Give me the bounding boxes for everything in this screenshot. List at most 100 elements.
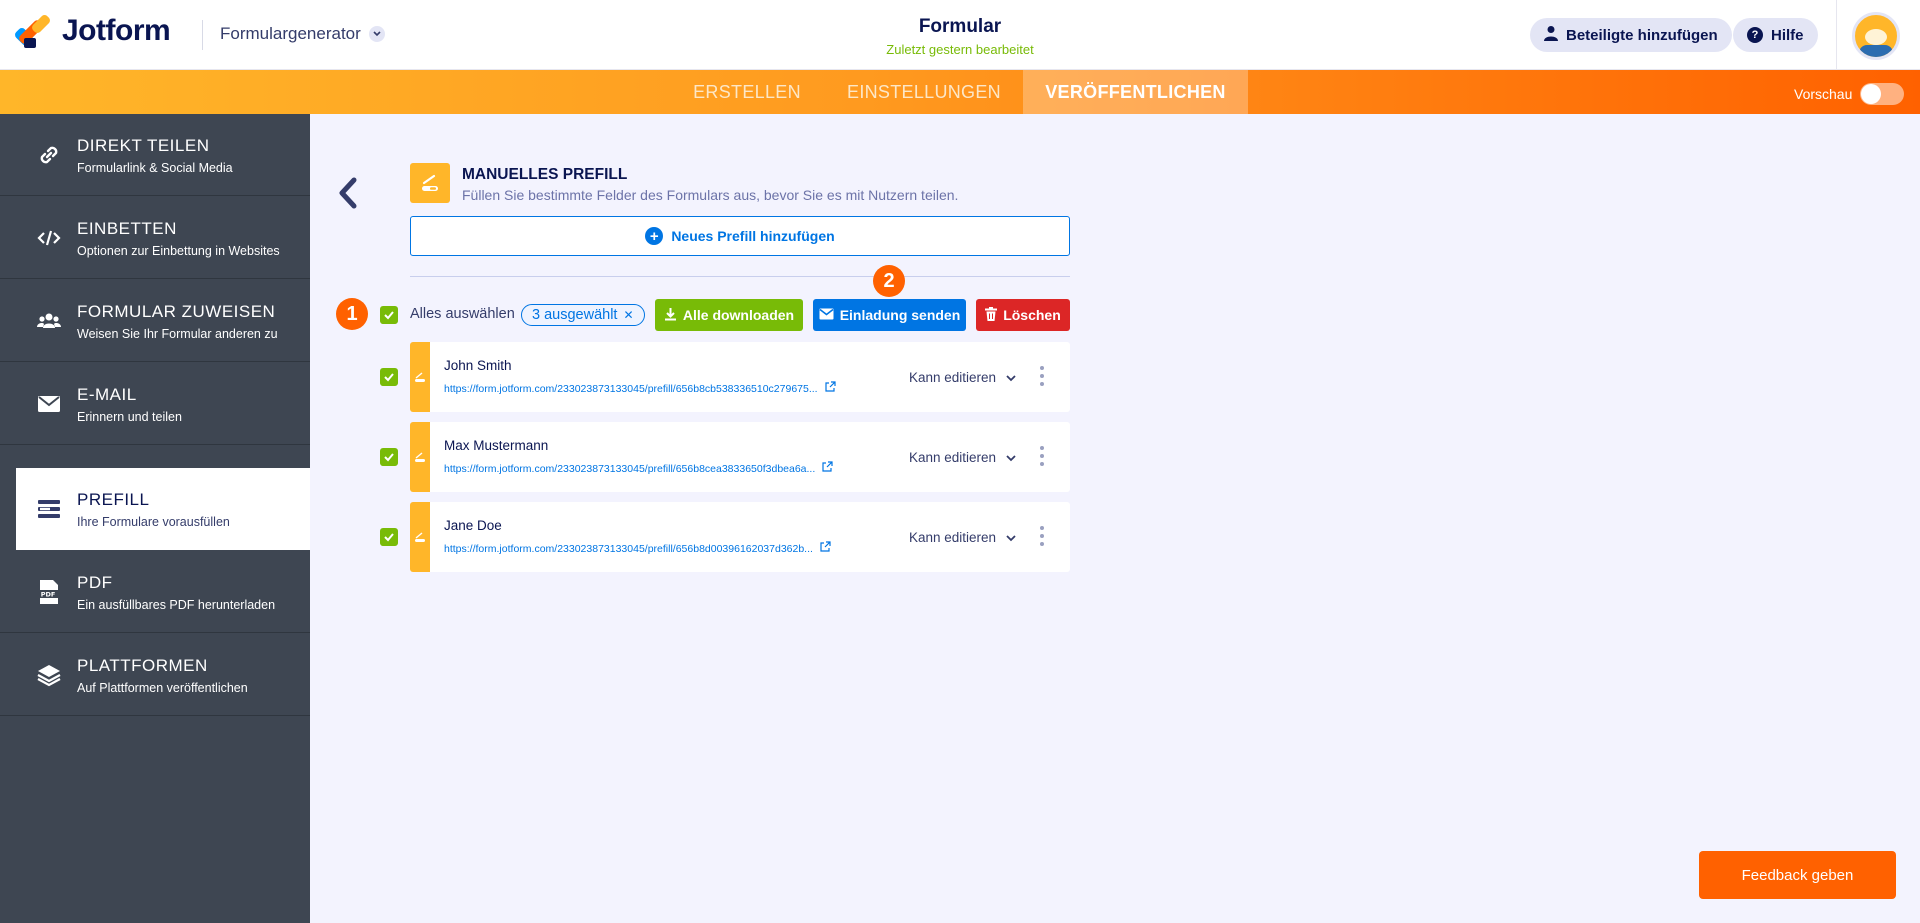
back-arrow-icon[interactable] <box>336 176 364 210</box>
sidebar-item-title: PLATTFORMEN <box>77 656 208 675</box>
help-icon: ? <box>1747 27 1763 43</box>
logo-text: Jotform <box>62 14 171 47</box>
sidebar-item-title: PREFILL <box>77 490 150 509</box>
send-invite-label: Einladung senden <box>839 307 961 323</box>
header-divider <box>202 20 203 50</box>
sidebar-item-subtitle: Ihre Formulare vorausfüllen <box>77 515 230 529</box>
form-builder-label: Formulargenerator <box>220 24 361 43</box>
preview-toggle[interactable] <box>1860 83 1905 105</box>
permission-label: Kann editieren <box>909 450 997 465</box>
add-new-prefill-button[interactable]: + Neues Prefill hinzufügen <box>410 216 1070 256</box>
trash-icon <box>985 306 998 324</box>
sidebar-item-embed[interactable]: EINBETTEN Optionen zur Einbettung in Web… <box>0 197 310 279</box>
sidebar-item-assign-form[interactable]: FORMULAR ZUWEISEN Weisen Sie Ihr Formula… <box>0 280 310 362</box>
prefill-link[interactable]: https://form.jotform.com/233023873133045… <box>444 543 813 555</box>
avatar-divider <box>1836 0 1837 70</box>
more-options-icon[interactable] <box>1040 526 1046 546</box>
user-icon <box>1544 25 1558 45</box>
prefill-row[interactable]: Max Mustermann https://form.jotform.com/… <box>410 422 1070 492</box>
delete-button[interactable]: Löschen <box>976 299 1070 331</box>
sidebar-item-quick-share[interactable]: DIREKT TEILEN Formularlink & Social Medi… <box>0 114 310 196</box>
plus-circle-icon: + <box>645 227 664 245</box>
prefill-link-group: https://form.jotform.com/233023873133045… <box>444 381 836 396</box>
prefill-link-group: https://form.jotform.com/233023873133045… <box>444 461 833 476</box>
sidebar-item-pdf[interactable]: PDF PDF Ein ausfüllbares PDF herunterlad… <box>0 551 310 633</box>
sidebar-item-title: DIREKT TEILEN <box>77 136 210 155</box>
download-icon <box>664 307 677 324</box>
step-badge-2: 2 <box>873 265 905 297</box>
checkmark-icon <box>384 533 394 542</box>
select-all-label[interactable]: Alles auswählen <box>410 306 515 322</box>
prefill-link[interactable]: https://form.jotform.com/233023873133045… <box>444 383 818 395</box>
preview-toggle-group: Vorschau <box>1794 83 1905 105</box>
more-options-icon[interactable] <box>1040 366 1046 386</box>
checkmark-icon <box>384 311 394 320</box>
more-options-icon[interactable] <box>1040 446 1046 466</box>
tab-create[interactable]: ERSTELLEN <box>676 70 818 114</box>
sidebar-item-email[interactable]: E-MAIL Erinnern und teilen <box>0 363 310 445</box>
feedback-button[interactable]: Feedback geben <box>1699 851 1896 899</box>
prefill-row-icon <box>410 342 430 412</box>
row-checkbox[interactable] <box>380 528 398 546</box>
sidebar-item-subtitle: Auf Plattformen veröffentlichen <box>77 681 248 695</box>
row-checkbox[interactable] <box>380 448 398 466</box>
avatar[interactable] <box>1852 12 1900 60</box>
add-participants-label: Beteiligte hinzufügen <box>1566 26 1718 44</box>
divider <box>410 276 1070 277</box>
envelope-icon <box>819 307 834 323</box>
permission-label: Kann editieren <box>909 530 997 545</box>
top-bar: Jotform Formulargenerator Formular Zulet… <box>0 0 1920 70</box>
prefill-row[interactable]: Jane Doe https://form.jotform.com/233023… <box>410 502 1070 572</box>
sidebar-item-title: E-MAIL <box>77 385 137 404</box>
publish-sidebar: DIREKT TEILEN Formularlink & Social Medi… <box>0 114 310 923</box>
selected-count-badge: 3 ausgewählt ✕ <box>521 304 645 326</box>
builder-nav: ERSTELLEN EINSTELLUNGEN VERÖFFENTLICHEN … <box>0 70 1920 114</box>
download-all-label: Alle downloaden <box>682 307 795 323</box>
permission-dropdown[interactable]: Kann editieren <box>909 450 1016 465</box>
external-link-icon[interactable] <box>819 541 831 556</box>
tab-settings[interactable]: EINSTELLUNGEN <box>834 70 1014 114</box>
layers-icon <box>36 662 62 688</box>
download-all-button[interactable]: Alle downloaden <box>655 299 803 331</box>
form-builder-dropdown[interactable]: Formulargenerator <box>220 24 385 44</box>
prefill-row-icon <box>410 502 430 572</box>
prefill-header-icon <box>410 163 450 203</box>
chevron-down-icon <box>1006 370 1016 385</box>
sidebar-item-title: PDF <box>77 573 113 592</box>
permission-label: Kann editieren <box>909 370 997 385</box>
send-invite-button[interactable]: Einladung senden <box>813 299 966 331</box>
jotform-logo[interactable]: Jotform <box>13 13 171 48</box>
chevron-down-icon <box>368 26 385 42</box>
help-button[interactable]: ? Hilfe <box>1733 18 1818 52</box>
pdf-icon-text: PDF <box>41 591 56 599</box>
selected-count-label: 3 ausgewählt <box>532 307 618 323</box>
step-badge-1: 1 <box>336 298 368 330</box>
form-last-edited: Zuletzt gestern bearbeitet <box>886 42 1034 57</box>
sidebar-item-subtitle: Optionen zur Einbettung in Websites <box>77 244 280 258</box>
prefill-link[interactable]: https://form.jotform.com/233023873133045… <box>444 463 815 475</box>
pdf-icon: PDF <box>36 579 62 605</box>
prefill-icon <box>36 496 62 522</box>
sidebar-item-subtitle: Weisen Sie Ihr Formular anderen zu <box>77 327 278 341</box>
tab-publish[interactable]: VERÖFFENTLICHEN <box>1023 70 1248 114</box>
add-participants-button[interactable]: Beteiligte hinzufügen <box>1530 18 1732 52</box>
permission-dropdown[interactable]: Kann editieren <box>909 370 1016 385</box>
external-link-icon[interactable] <box>821 461 833 476</box>
sidebar-item-prefill[interactable]: PREFILL Ihre Formulare vorausfüllen <box>16 468 310 550</box>
prefill-name: Max Mustermann <box>444 438 549 453</box>
sidebar-item-title: FORMULAR ZUWEISEN <box>77 302 276 321</box>
external-link-icon[interactable] <box>824 381 836 396</box>
sidebar-item-subtitle: Ein ausfüllbares PDF herunterladen <box>77 598 276 612</box>
sidebar-item-subtitle: Formularlink & Social Media <box>77 161 233 175</box>
prefill-link-group: https://form.jotform.com/233023873133045… <box>444 541 831 556</box>
form-title[interactable]: Formular <box>860 16 1060 38</box>
select-all-checkbox[interactable] <box>380 306 398 324</box>
prefill-row[interactable]: John Smith https://form.jotform.com/2330… <box>410 342 1070 412</box>
sidebar-item-platforms[interactable]: PLATTFORMEN Auf Plattformen veröffentlic… <box>0 634 310 716</box>
preview-label: Vorschau <box>1794 86 1853 102</box>
clear-selection-icon[interactable]: ✕ <box>623 308 633 322</box>
link-icon <box>36 142 62 168</box>
sidebar-item-subtitle: Erinnern und teilen <box>77 410 182 424</box>
permission-dropdown[interactable]: Kann editieren <box>909 530 1016 545</box>
row-checkbox[interactable] <box>380 368 398 386</box>
